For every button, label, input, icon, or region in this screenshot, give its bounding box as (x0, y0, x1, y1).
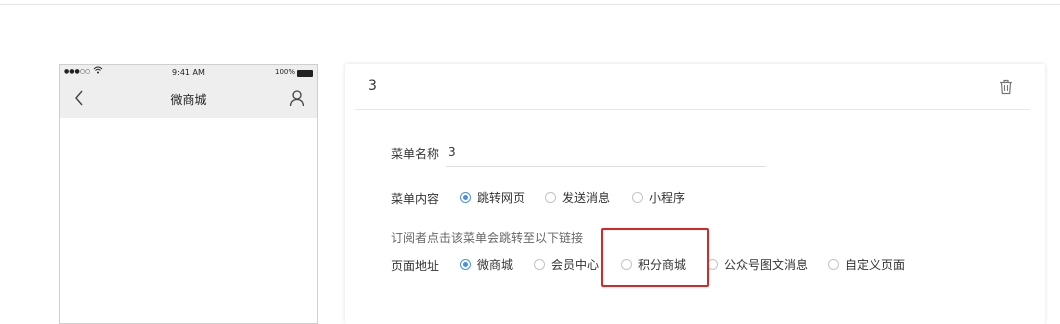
status-bar: ●●●○○ 9:41 AM 100% (60, 65, 317, 81)
phone-title: 微商城 (170, 93, 207, 107)
menu-name-label: 菜单名称 (391, 147, 440, 161)
panel-title: 3 (368, 78, 377, 94)
radio-dot (534, 258, 545, 270)
radio-jump-webpage[interactable]: 跳转网页 (460, 189, 525, 205)
radio-article-message[interactable]: 公众号图文消息 (707, 256, 808, 272)
radio-dot (460, 258, 471, 270)
radio-dot (632, 191, 643, 203)
radio-dot (545, 191, 556, 203)
radio-label: 会员中心 (551, 257, 600, 272)
radio-micro-mall[interactable]: 微商城 (460, 256, 513, 272)
menu-edit-panel: 3 菜单名称 3 菜单内容 跳转网页 发送消息 小程序 订阅者点击该菜单会跳转至… (345, 64, 1045, 324)
radio-label: 发送消息 (562, 190, 611, 205)
radio-label: 公众号图文消息 (724, 257, 809, 272)
radio-dot (460, 191, 471, 203)
radio-dot (828, 258, 839, 270)
phone-preview: ●●●○○ 9:41 AM 100% 微商城 (59, 64, 318, 324)
radio-member-center[interactable]: 会员中心 (534, 256, 599, 272)
battery-percent: 100% (274, 68, 295, 76)
user-icon[interactable] (289, 89, 305, 107)
panel-divider (355, 109, 1030, 110)
highlight-annotation-box (601, 228, 709, 287)
battery-icon (297, 70, 313, 77)
radio-label: 跳转网页 (477, 190, 526, 205)
link-hint-text: 订阅者点击该菜单会跳转至以下链接 (391, 231, 584, 245)
radio-mini-program[interactable]: 小程序 (632, 189, 685, 205)
radio-label: 微商城 (477, 257, 514, 272)
menu-name-underline (446, 166, 766, 167)
phone-header: ●●●○○ 9:41 AM 100% 微商城 (60, 65, 317, 118)
page-address-label: 页面地址 (391, 259, 440, 273)
menu-content-label: 菜单内容 (391, 192, 440, 206)
radio-label: 自定义页面 (845, 257, 906, 272)
menu-name-input[interactable]: 3 (448, 145, 456, 159)
radio-send-message[interactable]: 发送消息 (545, 189, 610, 205)
radio-label: 小程序 (649, 190, 686, 205)
radio-custom-page[interactable]: 自定义页面 (828, 256, 905, 272)
trash-icon[interactable] (999, 79, 1013, 95)
top-divider (0, 4, 1060, 5)
